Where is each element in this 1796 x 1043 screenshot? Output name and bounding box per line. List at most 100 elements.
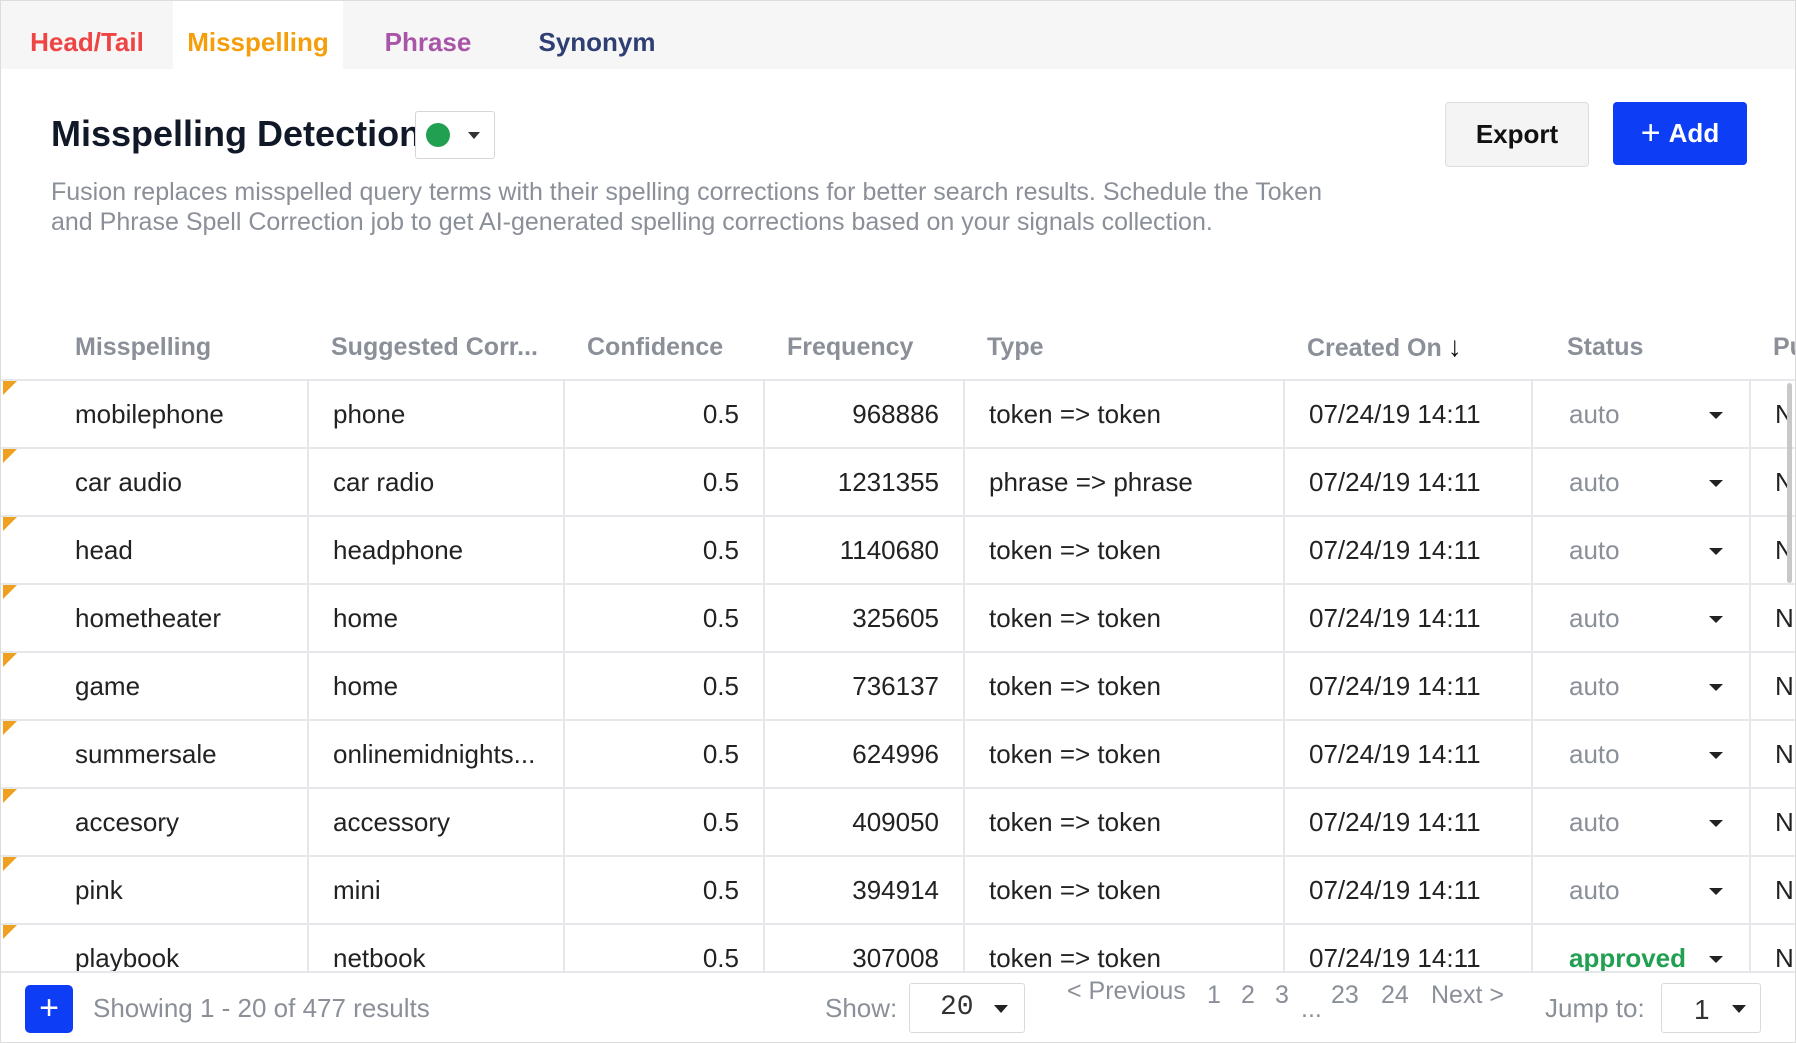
cell-frequency: 968886 bbox=[763, 381, 963, 449]
cell-type: token => token bbox=[963, 789, 1283, 857]
page-title: Misspelling Detection bbox=[51, 113, 422, 154]
table-row[interactable]: mobilephone phone 0.5 968886 token => token 0… bbox=[1, 379, 1795, 449]
table-row[interactable]: accesory accessory 0.5 409050 token => token… bbox=[1, 787, 1795, 857]
cell-created-on: 07/24/19 14:11 bbox=[1283, 925, 1531, 971]
previous-page-link[interactable]: < Previous bbox=[1067, 977, 1186, 1006]
table-row[interactable]: game home 0.5 736137 token => token 07/24/19 … bbox=[1, 651, 1795, 721]
cell-status[interactable]: auto bbox=[1531, 653, 1749, 721]
cell-misspelling: car audio bbox=[75, 467, 182, 497]
cell-suggested: onlinemidnights... bbox=[307, 721, 563, 789]
cell-status[interactable]: auto bbox=[1531, 585, 1749, 653]
cell-frequency: 325605 bbox=[763, 585, 963, 653]
status-dropdown[interactable] bbox=[415, 111, 495, 159]
cell-suggested: netbook bbox=[307, 925, 563, 971]
cell-status[interactable]: auto bbox=[1531, 721, 1749, 789]
cell-created-on: 07/24/19 14:11 bbox=[1283, 449, 1531, 517]
tab-synonym[interactable]: Synonym bbox=[513, 1, 681, 69]
cell-type: phrase => phrase bbox=[963, 449, 1283, 517]
cell-status[interactable]: auto bbox=[1531, 381, 1749, 449]
plus-icon: + bbox=[1640, 114, 1661, 152]
table-row[interactable]: summersale onlinemidnights... 0.5 624996 tok… bbox=[1, 719, 1795, 789]
table-row[interactable]: car audio car radio 0.5 1231355 phrase => ph… bbox=[1, 447, 1795, 517]
add-button[interactable]: + Add bbox=[1613, 102, 1747, 165]
cell-confidence: 0.5 bbox=[563, 721, 763, 789]
chevron-down-icon bbox=[1709, 684, 1723, 691]
cell-misspelling: game bbox=[75, 671, 141, 701]
cell-confidence: 0.5 bbox=[563, 449, 763, 517]
status-value: auto bbox=[1569, 399, 1620, 429]
page-link-24[interactable]: 24 bbox=[1381, 981, 1409, 1010]
cell-frequency: 307008 bbox=[763, 925, 963, 971]
table-row[interactable]: playbook netbook 0.5 307008 token => token 07… bbox=[1, 923, 1795, 971]
cell-status[interactable]: approved bbox=[1531, 925, 1749, 971]
cell-status[interactable]: auto bbox=[1531, 857, 1749, 925]
cell-status[interactable]: auto bbox=[1531, 789, 1749, 857]
cell-type: token => token bbox=[963, 721, 1283, 789]
cell-frequency: 1140680 bbox=[763, 517, 963, 585]
cell-misspelling: pink bbox=[75, 875, 123, 905]
jump-to-select[interactable]: 1 bbox=[1661, 983, 1761, 1033]
status-dot-icon bbox=[426, 123, 450, 147]
column-header-created-on[interactable]: Created On ↓ bbox=[1307, 321, 1462, 379]
next-page-link[interactable]: Next > bbox=[1431, 981, 1504, 1010]
status-value: auto bbox=[1569, 807, 1620, 837]
table-row[interactable]: hometheater home 0.5 325605 token => token 07… bbox=[1, 583, 1795, 653]
app-frame: Head/Tail Misspelling Phrase Synonym Mis… bbox=[0, 0, 1796, 1043]
page-link-1[interactable]: 1 bbox=[1207, 981, 1221, 1010]
column-header-pu[interactable]: Pu bbox=[1773, 321, 1795, 379]
cell-pu: N bbox=[1749, 653, 1795, 721]
cell-status[interactable]: auto bbox=[1531, 517, 1749, 585]
chevron-down-icon bbox=[1709, 616, 1723, 623]
cell-misspelling: accesory bbox=[75, 807, 180, 837]
table-row[interactable]: pink mini 0.5 394914 token => token 07/24/19 … bbox=[1, 855, 1795, 925]
page-link-3[interactable]: 3 bbox=[1275, 981, 1289, 1010]
cell-type: token => token bbox=[963, 653, 1283, 721]
table-row[interactable]: head headphone 0.5 1140680 token => token 07/… bbox=[1, 515, 1795, 585]
page-size-select[interactable]: 20 bbox=[909, 983, 1025, 1033]
page-link-2[interactable]: 2 bbox=[1241, 981, 1255, 1010]
chevron-down-icon bbox=[1709, 956, 1723, 963]
jump-to-value: 1 bbox=[1694, 994, 1710, 1025]
page-ellipsis: ... bbox=[1301, 995, 1322, 1023]
cell-type: token => token bbox=[963, 857, 1283, 925]
export-button[interactable]: Export bbox=[1445, 102, 1589, 167]
table-body: mobilephone phone 0.5 968886 token => token 0… bbox=[1, 379, 1795, 971]
cell-confidence: 0.5 bbox=[563, 857, 763, 925]
cell-suggested: headphone bbox=[307, 517, 563, 585]
tab-phrase[interactable]: Phrase bbox=[343, 1, 513, 69]
table-header: Misspelling Suggested Corr... Confidence… bbox=[1, 321, 1795, 379]
column-header-frequency[interactable]: Frequency bbox=[787, 321, 913, 379]
column-header-status[interactable]: Status bbox=[1567, 321, 1643, 379]
page-link-23[interactable]: 23 bbox=[1331, 981, 1359, 1010]
column-header-suggested[interactable]: Suggested Corr... bbox=[331, 321, 538, 379]
chevron-down-icon bbox=[1709, 820, 1723, 827]
chevron-down-icon bbox=[1709, 480, 1723, 487]
cell-suggested: home bbox=[307, 653, 563, 721]
cell-frequency: 1231355 bbox=[763, 449, 963, 517]
vertical-scrollbar[interactable] bbox=[1787, 383, 1792, 583]
cell-confidence: 0.5 bbox=[563, 585, 763, 653]
cell-status[interactable]: auto bbox=[1531, 449, 1749, 517]
status-value: auto bbox=[1569, 535, 1620, 565]
cell-frequency: 409050 bbox=[763, 789, 963, 857]
chevron-down-icon bbox=[1709, 752, 1723, 759]
footer-add-button[interactable]: + bbox=[25, 985, 73, 1033]
cell-created-on: 07/24/19 14:11 bbox=[1283, 517, 1531, 585]
column-header-type[interactable]: Type bbox=[987, 321, 1044, 379]
column-header-confidence[interactable]: Confidence bbox=[587, 321, 723, 379]
cell-type: token => token bbox=[963, 925, 1283, 971]
status-value: auto bbox=[1569, 671, 1620, 701]
cell-suggested: accessory bbox=[307, 789, 563, 857]
column-header-misspelling[interactable]: Misspelling bbox=[75, 321, 211, 379]
cell-misspelling: head bbox=[75, 535, 133, 565]
tab-misspelling[interactable]: Misspelling bbox=[173, 1, 343, 69]
tab-head-tail[interactable]: Head/Tail bbox=[1, 1, 173, 69]
created-on-label: Created On bbox=[1307, 334, 1442, 362]
cell-suggested: phone bbox=[307, 381, 563, 449]
cell-frequency: 394914 bbox=[763, 857, 963, 925]
cell-created-on: 07/24/19 14:11 bbox=[1283, 857, 1531, 925]
cell-misspelling: hometheater bbox=[75, 603, 221, 633]
chevron-down-icon bbox=[1709, 548, 1723, 555]
cell-created-on: 07/24/19 14:11 bbox=[1283, 653, 1531, 721]
cell-misspelling: playbook bbox=[75, 943, 180, 971]
